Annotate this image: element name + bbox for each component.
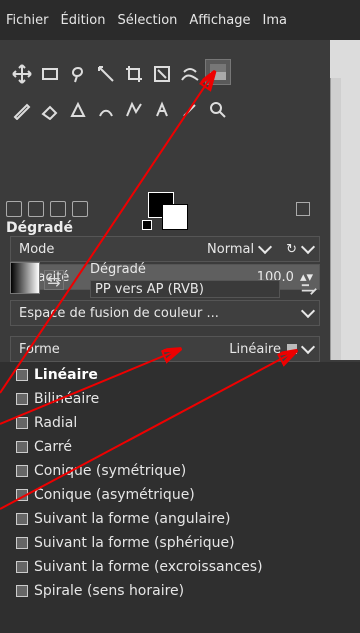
menubar: Fichier Édition Sélection Affichage Ima: [0, 0, 360, 40]
gradient-name-field[interactable]: PP vers AP (RVB): [90, 280, 280, 298]
shape-option-label: Spirale (sens horaire): [34, 583, 185, 599]
shape-option-radial[interactable]: Radial: [16, 412, 77, 434]
shape-square-icon: [16, 441, 28, 453]
crop-icon[interactable]: [122, 62, 146, 86]
shape-shaped-angular-icon: [16, 513, 28, 525]
brushes-tab-icon[interactable]: [28, 201, 44, 217]
gradient-preview[interactable]: [10, 262, 40, 294]
shape-option-conical-asymmetric[interactable]: Conique (asymétrique): [16, 484, 195, 506]
shape-linear-icon: [16, 369, 28, 381]
shape-option-conical-symmetric[interactable]: Conique (symétrique): [16, 460, 186, 482]
shape-option-label: Bilinéaire: [34, 391, 100, 407]
shape-row[interactable]: Forme Linéaire: [10, 336, 320, 362]
lasso-icon[interactable]: [66, 62, 90, 86]
shape-option-label: Suivant la forme (angulaire): [34, 511, 231, 527]
shape-spiral-clockwise-icon: [16, 585, 28, 597]
menu-image[interactable]: Ima: [262, 13, 286, 28]
shape-icon: [287, 344, 297, 354]
clone-icon[interactable]: [66, 98, 90, 122]
shape-option-label: Radial: [34, 415, 78, 431]
toolbox: [0, 40, 330, 230]
mode-row[interactable]: Mode Normal ↻: [10, 236, 320, 262]
menu-affichage[interactable]: Affichage: [189, 13, 250, 28]
blend-space-row[interactable]: Espace de fusion de couleur ...: [10, 300, 320, 326]
shape-option-linear[interactable]: Linéaire: [16, 364, 98, 386]
color-picker-icon[interactable]: [178, 98, 202, 122]
swap-colors-icon[interactable]: [142, 220, 152, 230]
shape-option-label: Carré: [34, 439, 72, 455]
rect-select-icon[interactable]: [38, 62, 62, 86]
gradient-label: Dégradé: [90, 262, 146, 277]
shape-conical-asymmetric-icon: [16, 489, 28, 501]
shape-dropdown[interactable]: Linéaire Bilinéaire Radial Carré Conique…: [0, 362, 360, 633]
eraser-icon[interactable]: [38, 98, 62, 122]
shape-shaped-spherical-icon: [16, 537, 28, 549]
smudge-icon[interactable]: [94, 98, 118, 122]
blend-space-label: Espace de fusion de couleur ...: [19, 305, 219, 321]
undo-tab-icon[interactable]: [50, 201, 66, 217]
mode-label: Mode: [19, 241, 55, 257]
tool-options-tab-icon[interactable]: [6, 201, 22, 217]
move-tool-icon[interactable]: [10, 62, 34, 86]
shape-option-label: Linéaire: [34, 367, 98, 383]
shape-option-shaped-angular[interactable]: Suivant la forme (angulaire): [16, 508, 231, 530]
shape-option-label: Suivant la forme (sphérique): [34, 535, 235, 551]
shape-option-label: Suivant la forme (excroissances): [34, 559, 263, 575]
shape-conical-symmetric-icon: [16, 465, 28, 477]
chevron-down-icon[interactable]: [300, 239, 316, 255]
menu-edition[interactable]: Édition: [61, 13, 106, 28]
images-tab-icon[interactable]: [72, 201, 88, 217]
shape-option-spiral-clockwise[interactable]: Spirale (sens horaire): [16, 580, 184, 602]
shape-value[interactable]: Linéaire: [229, 342, 281, 357]
shape-option-shaped-dimpled[interactable]: Suivant la forme (excroissances): [16, 556, 263, 578]
fuzzy-select-icon[interactable]: [94, 62, 118, 86]
transform-icon[interactable]: [150, 62, 174, 86]
gradient-tool-icon[interactable]: [205, 59, 231, 85]
path-icon[interactable]: [122, 98, 146, 122]
tool-options-title: Dégradé: [6, 220, 74, 236]
shape-option-label: Conique (symétrique): [34, 463, 187, 479]
vertical-ruler: [330, 78, 341, 360]
zoom-icon[interactable]: [206, 98, 230, 122]
shape-radial-icon: [16, 417, 28, 429]
mode-value[interactable]: Normal: [207, 242, 254, 257]
dock-menu-icon[interactable]: [296, 202, 310, 216]
dock-tabs: [0, 198, 330, 220]
edit-gradient-icon[interactable]: [300, 278, 318, 296]
shape-option-square[interactable]: Carré: [16, 436, 72, 458]
chevron-down-icon[interactable]: [300, 303, 316, 319]
reverse-gradient-icon[interactable]: ⇆: [44, 270, 64, 290]
text-tool-icon[interactable]: [150, 98, 174, 122]
mode-reset-icon[interactable]: ↻: [286, 242, 297, 257]
menu-fichier[interactable]: Fichier: [6, 13, 49, 28]
pencil-icon[interactable]: [10, 98, 34, 122]
shape-bilinear-icon: [16, 393, 28, 405]
shape-option-label: Conique (asymétrique): [34, 487, 195, 503]
chevron-down-icon[interactable]: [300, 339, 316, 355]
menu-selection[interactable]: Sélection: [117, 13, 177, 28]
chevron-down-icon[interactable]: [258, 239, 273, 255]
shape-shaped-dimpled-icon: [16, 561, 28, 573]
warp-icon[interactable]: [178, 62, 202, 86]
shape-option-bilinear[interactable]: Bilinéaire: [16, 388, 99, 410]
shape-label: Forme: [19, 341, 60, 357]
shape-option-shaped-spherical[interactable]: Suivant la forme (sphérique): [16, 532, 235, 554]
